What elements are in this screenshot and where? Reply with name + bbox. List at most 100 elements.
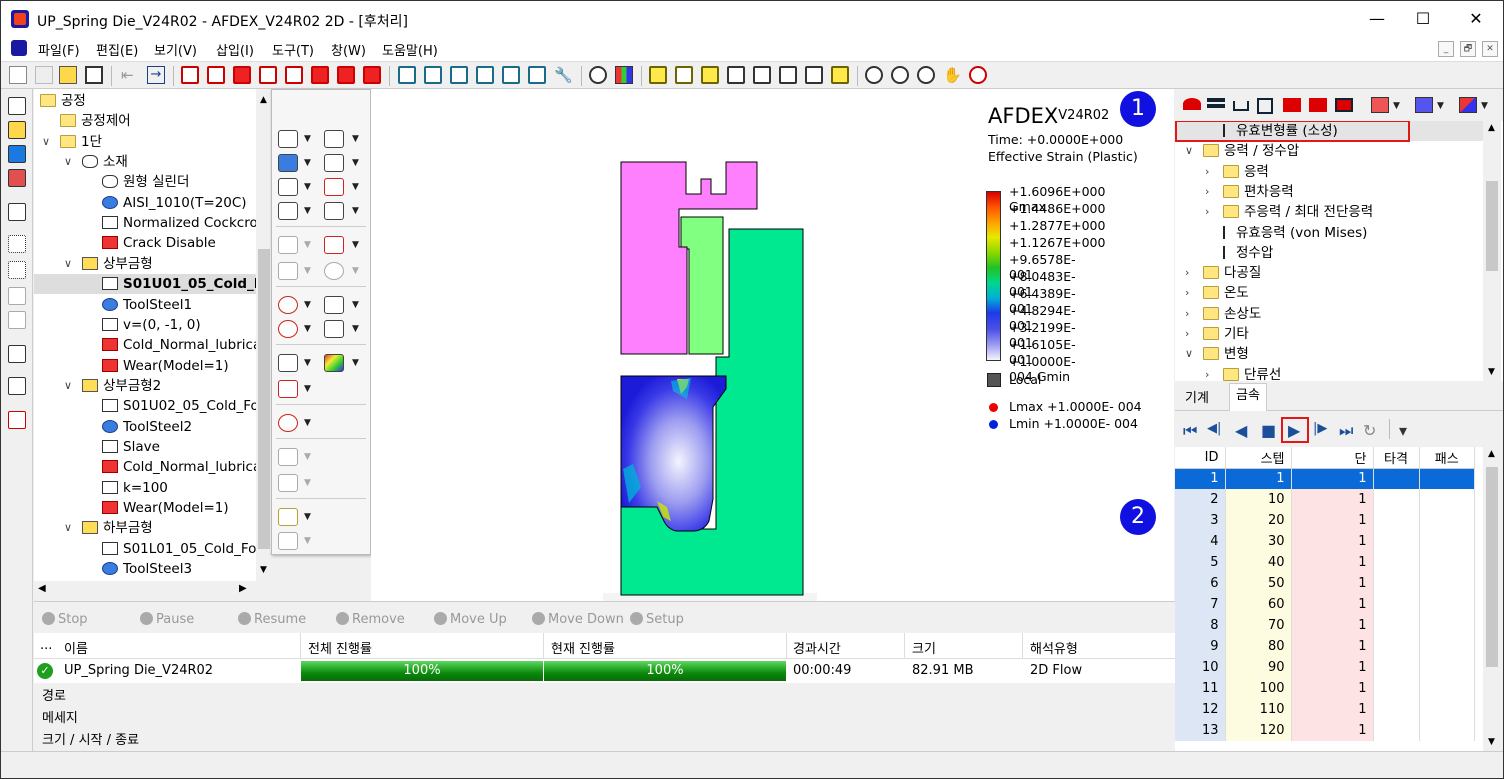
col-size[interactable]: 크기 bbox=[912, 638, 936, 657]
play-button[interactable]: ▶ bbox=[1288, 421, 1300, 440]
col-id[interactable]: ID bbox=[1175, 447, 1226, 469]
result-tree-node[interactable]: 유효응력 (von Mises) bbox=[1175, 223, 1485, 243]
col-analysis-type[interactable]: 해석유형 bbox=[1030, 638, 1078, 657]
result-tree-node[interactable]: ∨ 변형 bbox=[1175, 344, 1485, 364]
shade-solid-icon[interactable] bbox=[649, 66, 667, 84]
probe-tool-icon[interactable] bbox=[324, 296, 344, 314]
job-stop-button[interactable]: Stop bbox=[42, 612, 88, 627]
motion-icon[interactable] bbox=[278, 178, 298, 196]
expand-chevron-icon[interactable]: › bbox=[1205, 162, 1209, 182]
menu-window[interactable]: 창(W) bbox=[331, 40, 366, 59]
expand-chevron-icon[interactable]: ∨ bbox=[64, 254, 72, 274]
next-step-button[interactable]: |▶ bbox=[1313, 421, 1327, 436]
table-row[interactable]: 8 70 1 bbox=[1175, 615, 1475, 636]
table-row[interactable]: 11 100 1 bbox=[1175, 678, 1475, 699]
scroll-thumb[interactable] bbox=[258, 249, 270, 549]
scroll-right-icon[interactable]: ▶ bbox=[239, 583, 247, 594]
result-tree-node[interactable]: ∨ 응력 / 정수압 bbox=[1175, 141, 1485, 161]
view-cube-top-icon[interactable] bbox=[285, 66, 303, 84]
maximize-button[interactable]: ☐ bbox=[1400, 1, 1446, 37]
open-folder-icon[interactable] bbox=[59, 66, 77, 84]
table-row[interactable]: 13 120 1 bbox=[1175, 720, 1475, 741]
view-iso-icon[interactable] bbox=[337, 66, 355, 84]
new-file-icon[interactable] bbox=[9, 66, 27, 84]
tree-node[interactable]: ToolSteel2 bbox=[34, 417, 271, 437]
disabled-axis-icon[interactable] bbox=[278, 532, 298, 550]
tree-node[interactable]: Slave bbox=[34, 437, 271, 457]
tree-node[interactable]: AISI_1010(T=20C) bbox=[34, 193, 271, 213]
disabled-tool-icon[interactable] bbox=[278, 236, 298, 254]
expand-chevron-icon[interactable]: › bbox=[1205, 202, 1209, 222]
axis-icon[interactable] bbox=[278, 508, 298, 526]
tree-node[interactable]: S01L01_05_Cold_For bbox=[34, 539, 271, 559]
blue-material-icon[interactable] bbox=[278, 154, 298, 172]
scroll-up-icon[interactable]: ▲ bbox=[260, 95, 267, 105]
stop-button[interactable]: ■ bbox=[1261, 421, 1276, 440]
rotate-ccw-icon[interactable] bbox=[502, 66, 520, 84]
scroll-left-icon[interactable]: ◀ bbox=[38, 583, 46, 594]
gear-disabled-icon[interactable] bbox=[324, 262, 344, 280]
export-icon[interactable]: → bbox=[147, 66, 165, 84]
tree-node[interactable]: ∨ 하부금형 bbox=[34, 518, 271, 538]
material-tool-icon[interactable] bbox=[278, 130, 298, 148]
view-iso2-icon[interactable] bbox=[363, 66, 381, 84]
tree-node[interactable]: ToolSteel3 bbox=[34, 559, 271, 579]
spring-tool-icon[interactable] bbox=[278, 354, 298, 372]
pan-hand-icon[interactable]: ✋ bbox=[943, 66, 962, 84]
table-row[interactable]: 6 50 1 bbox=[1175, 573, 1475, 594]
color-map-icon[interactable] bbox=[615, 66, 633, 84]
friction-icon[interactable] bbox=[278, 202, 298, 220]
box-split-icon[interactable] bbox=[1459, 97, 1477, 113]
scroll-down-icon[interactable]: ▼ bbox=[1488, 737, 1495, 747]
hierarchy2-icon[interactable] bbox=[8, 261, 26, 279]
result-tree-scrollbar[interactable]: ▲ ▼ bbox=[1483, 121, 1501, 381]
disabled-tool4-icon[interactable] bbox=[278, 474, 298, 492]
expand-chevron-icon[interactable]: ∨ bbox=[1185, 141, 1193, 161]
wireframe-icon[interactable] bbox=[727, 66, 745, 84]
open-disabled-icon[interactable] bbox=[35, 66, 53, 84]
tree-node[interactable]: 원형 실린더 bbox=[34, 172, 271, 192]
lube-tool-icon[interactable] bbox=[278, 380, 298, 398]
scroll-thumb[interactable] bbox=[1486, 467, 1498, 667]
report-icon[interactable] bbox=[8, 411, 26, 429]
col-elapsed[interactable]: 경과시간 bbox=[793, 638, 841, 657]
tree-node[interactable]: Cold_Normal_lubricat bbox=[34, 457, 271, 477]
die-tool-icon[interactable] bbox=[324, 130, 344, 148]
zoom-in-icon[interactable] bbox=[891, 66, 909, 84]
mdi-close-button[interactable]: ✕ bbox=[1482, 41, 1498, 57]
player-menu-button[interactable]: ▾ bbox=[1399, 421, 1407, 440]
result-tree-node[interactable]: › 단류선 bbox=[1175, 365, 1485, 381]
table-row[interactable]: 111 bbox=[1175, 468, 1475, 489]
hierarchy-icon[interactable] bbox=[8, 235, 26, 253]
col-pass[interactable]: 패스 bbox=[1419, 447, 1475, 469]
job-row[interactable]: ✓ UP_Spring Die_V24R02 100% 100% 00:00:4… bbox=[34, 659, 1175, 683]
result-tree-node[interactable]: › 응력 bbox=[1175, 162, 1485, 182]
table-row[interactable]: 7 60 1 bbox=[1175, 594, 1475, 615]
expand-chevron-icon[interactable]: › bbox=[1205, 182, 1209, 202]
tree-node[interactable]: 공정 bbox=[34, 91, 271, 111]
tree-view-icon[interactable] bbox=[8, 97, 26, 115]
box-blue-icon[interactable] bbox=[1415, 97, 1433, 113]
tree-node[interactable]: Wear(Model=1) bbox=[34, 356, 271, 376]
expand-chevron-icon[interactable]: › bbox=[1185, 263, 1189, 283]
rotate-down-icon[interactable] bbox=[476, 66, 494, 84]
probe-icon[interactable] bbox=[8, 377, 26, 395]
close-button[interactable]: ✕ bbox=[1453, 1, 1499, 37]
mdi-minimize-button[interactable]: _ bbox=[1438, 41, 1454, 57]
rotate-z-icon[interactable] bbox=[450, 66, 468, 84]
result-die7-icon[interactable] bbox=[1335, 98, 1353, 112]
expand-chevron-icon[interactable]: › bbox=[1185, 324, 1189, 344]
expand-chevron-icon[interactable]: › bbox=[1205, 365, 1209, 381]
scroll-up-icon[interactable]: ▲ bbox=[1488, 449, 1495, 459]
wrench-icon[interactable]: 🔧 bbox=[554, 66, 573, 84]
menu-file[interactable]: 파일(F) bbox=[38, 40, 80, 59]
job-movedown-button[interactable]: Move Down bbox=[532, 612, 624, 627]
mdi-restore-button[interactable]: 🗗 bbox=[1460, 41, 1476, 57]
outline-icon[interactable] bbox=[779, 66, 797, 84]
expand-chevron-icon[interactable]: › bbox=[1185, 304, 1189, 324]
result-tree-node[interactable]: › 편차응력 bbox=[1175, 182, 1485, 202]
col-current-progress[interactable]: 현재 진행률 bbox=[551, 638, 615, 657]
tab-metal[interactable]: 금속 bbox=[1229, 383, 1267, 411]
shade-mesh-icon[interactable] bbox=[701, 66, 719, 84]
tree-node[interactable]: ∨ 1단 bbox=[34, 132, 271, 152]
